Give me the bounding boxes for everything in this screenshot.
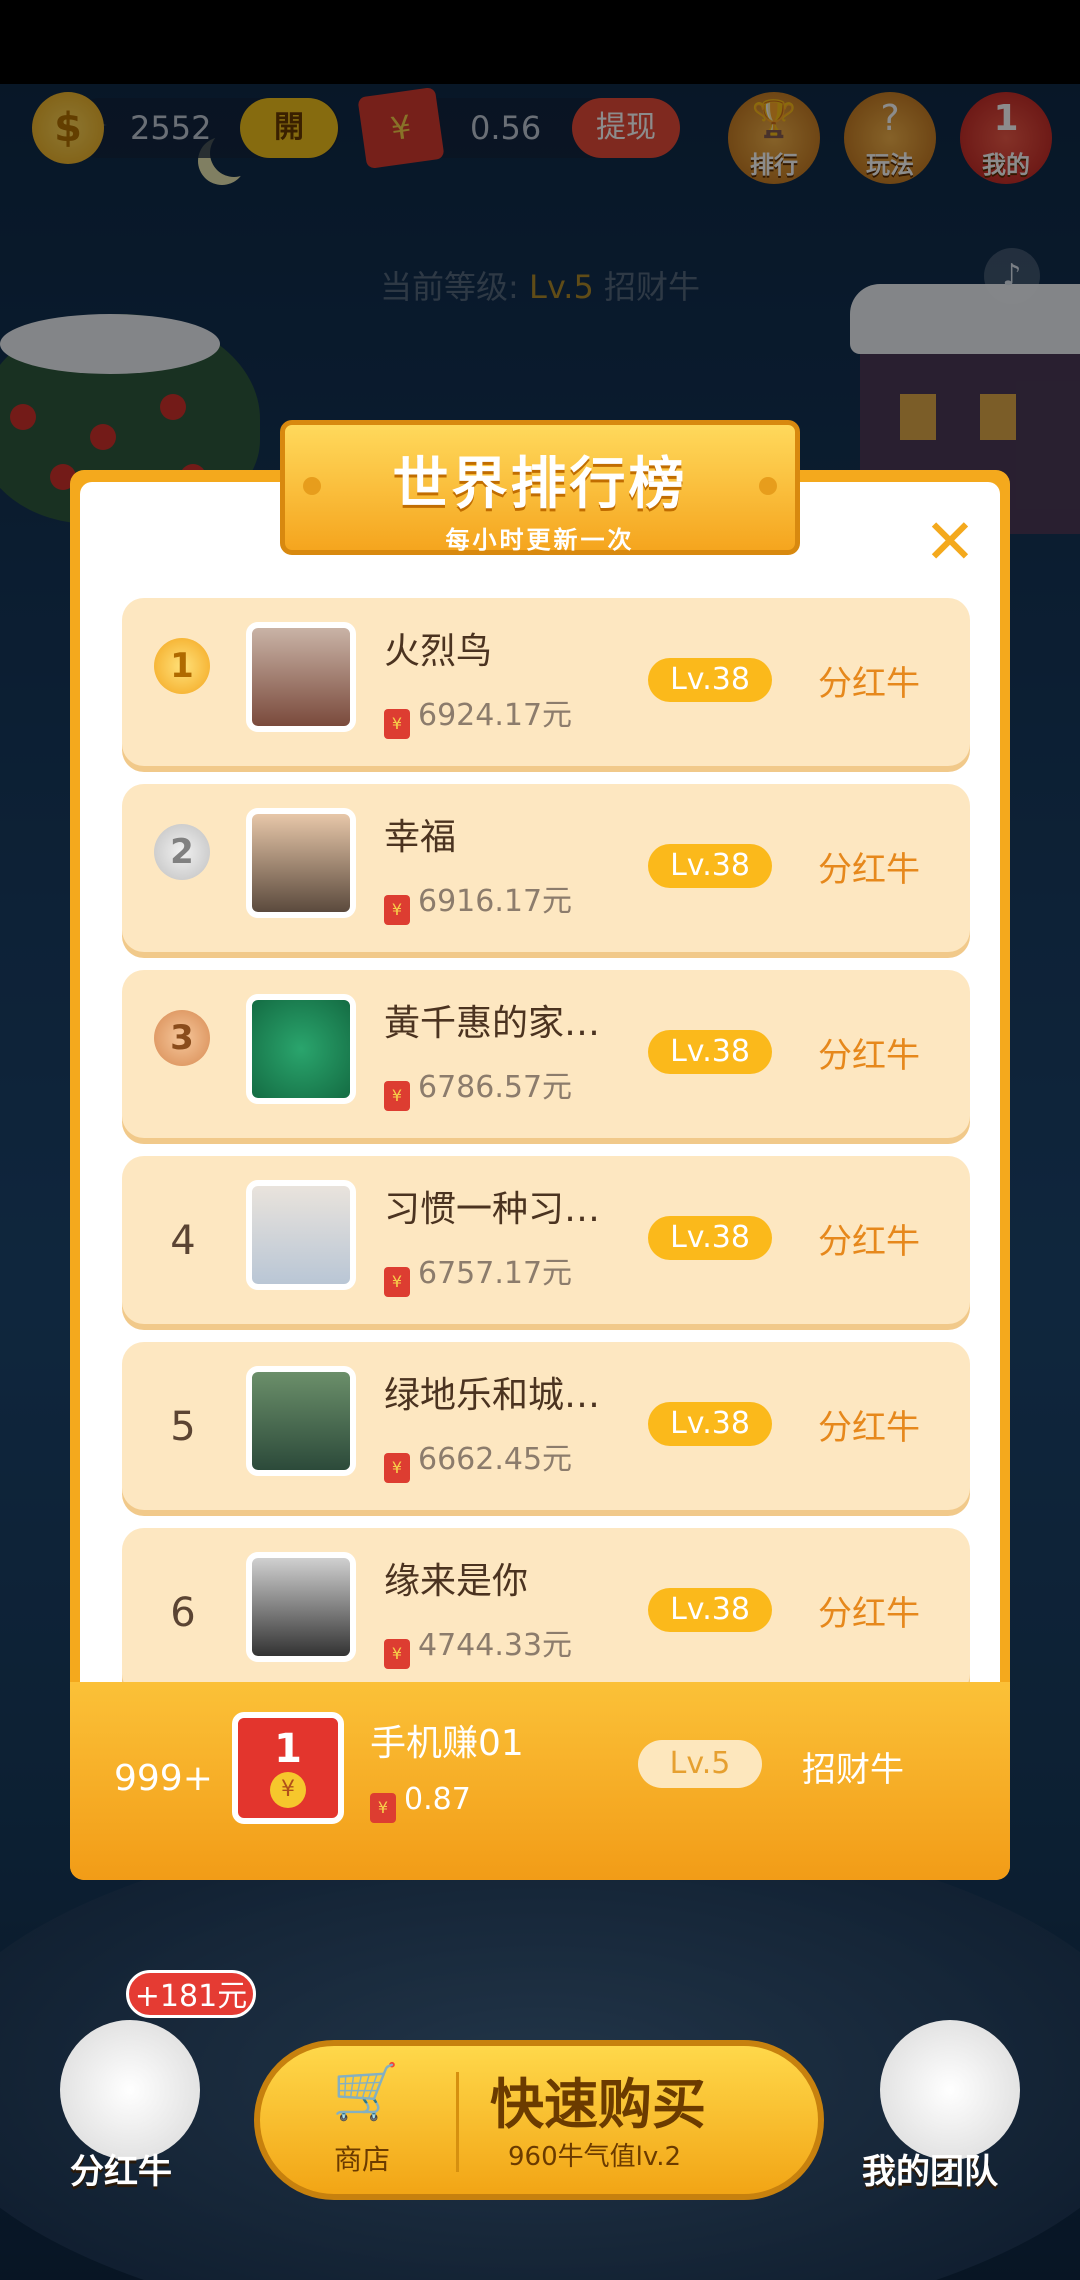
list-item: 6 缘来是你 ¥4744.33元 Lv.38 分红牛	[122, 1528, 970, 1682]
avatar[interactable]	[246, 808, 356, 918]
player-name: 幸福	[384, 817, 457, 858]
money-value: 6757.17元	[418, 1256, 573, 1291]
level-badge: Lv.38	[648, 1030, 772, 1074]
player-role: 分红牛	[818, 664, 920, 704]
red-packet-icon: ¥	[370, 1793, 396, 1823]
shop-label: 商店	[334, 2143, 391, 2176]
modal-title-banner: 世界排行榜 每小时更新一次	[280, 420, 800, 555]
my-role: 招财牛	[802, 1750, 904, 1790]
my-avatar[interactable]: 1 ¥	[232, 1712, 344, 1824]
rank-number: 6	[170, 1590, 196, 1636]
avatar-number: 1	[274, 1726, 302, 1772]
avatar[interactable]	[246, 1180, 356, 1290]
money-value: 6786.57元	[418, 1070, 573, 1105]
cart-icon: 🛒	[332, 2060, 400, 2123]
player-role: 分红牛	[818, 850, 920, 890]
rank-number: 5	[170, 1404, 196, 1450]
dividend-cow-icon[interactable]	[60, 2020, 200, 2160]
money-value: 6924.17元	[418, 698, 573, 733]
red-packet-icon: ¥	[384, 1267, 410, 1297]
rank-number: 1	[170, 646, 194, 686]
list-item: 1 火烈鸟 ¥6924.17元 Lv.38 分红牛	[122, 598, 970, 766]
my-team-label: 我的团队	[862, 2152, 998, 2192]
red-packet-icon: ¥	[384, 1081, 410, 1111]
player-name: 火烈鸟	[384, 631, 493, 672]
player-money: ¥4744.33元	[384, 1620, 572, 1669]
player-role: 分红牛	[818, 1222, 920, 1262]
avatar[interactable]	[246, 1552, 356, 1662]
red-packet-icon: ¥	[384, 895, 410, 925]
avatar[interactable]	[246, 1366, 356, 1476]
quick-buy-title: 快速购买	[490, 2073, 706, 2136]
player-name: 黃千惠的家…	[384, 1003, 601, 1044]
level-badge: Lv.38	[648, 1588, 772, 1632]
avatar[interactable]	[246, 994, 356, 1104]
quick-buy-subtitle: 960牛气值lv.2	[508, 2142, 682, 2172]
player-money: ¥6662.45元	[384, 1434, 572, 1483]
dividend-cow-label: 分红牛	[70, 2152, 172, 2192]
level-badge: Lv.38	[648, 658, 772, 702]
rank-number: 2	[170, 832, 194, 872]
team-cow-icon[interactable]	[880, 2020, 1020, 2160]
bottom-bar: +181元 分红牛 🛒 商店 快速购买 960牛气值lv.2 我的团队	[0, 1970, 1080, 2280]
leaderboard-modal: 1 火烈鸟 ¥6924.17元 Lv.38 分红牛 2 幸福 ¥6916.17元…	[70, 470, 1010, 1880]
banner-rivet	[759, 477, 777, 495]
my-level-badge: Lv.5	[638, 1740, 762, 1788]
modal-title: 世界排行榜	[392, 452, 688, 517]
player-role: 分红牛	[818, 1408, 920, 1448]
player-name: 习惯一种习…	[384, 1189, 601, 1230]
close-icon[interactable]: ✕	[920, 511, 980, 573]
red-packet-icon: ¥	[384, 1639, 410, 1669]
avatar[interactable]	[246, 622, 356, 732]
rank-number: 3	[170, 1018, 194, 1058]
my-name: 手机赚01	[370, 1723, 524, 1764]
red-packet-icon: ¥	[384, 709, 410, 739]
coin-icon: ¥	[270, 1772, 306, 1808]
level-badge: Lv.38	[648, 844, 772, 888]
level-badge: Lv.38	[648, 1402, 772, 1446]
player-role: 分红牛	[818, 1036, 920, 1076]
money-value: 4744.33元	[418, 1628, 573, 1663]
money-value: 6916.17元	[418, 884, 573, 919]
money-value: 6662.45元	[418, 1442, 573, 1477]
banner-rivet	[303, 477, 321, 495]
my-rank-row: 999+ 1 ¥ 手机赚01 ¥0.87 Lv.5 招财牛	[70, 1682, 1010, 1880]
red-packet-icon: ¥	[384, 1453, 410, 1483]
divider	[456, 2072, 459, 2172]
quick-buy-bar[interactable]: 🛒 商店 快速购买 960牛气值lv.2	[254, 2040, 824, 2200]
my-money: ¥0.87	[370, 1782, 471, 1823]
my-rank: 999+	[114, 1758, 213, 1799]
player-money: ¥6924.17元	[384, 690, 572, 739]
list-item: 5 绿地乐和城… ¥6662.45元 Lv.38 分红牛	[122, 1342, 970, 1510]
player-name: 缘来是你	[384, 1561, 529, 1602]
my-money-value: 0.87	[404, 1782, 471, 1817]
rank-number: 4	[170, 1218, 196, 1264]
list-item: 3 黃千惠的家… ¥6786.57元 Lv.38 分红牛	[122, 970, 970, 1138]
bronze-medal-icon: 3	[154, 1010, 210, 1066]
leaderboard-list[interactable]: 1 火烈鸟 ¥6924.17元 Lv.38 分红牛 2 幸福 ¥6916.17元…	[80, 482, 1000, 1682]
list-item: 4 习惯一种习… ¥6757.17元 Lv.38 分红牛	[122, 1156, 970, 1324]
level-badge: Lv.38	[648, 1216, 772, 1260]
gold-medal-icon: 1	[154, 638, 210, 694]
bonus-badge: +181元	[126, 1970, 256, 2018]
silver-medal-icon: 2	[154, 824, 210, 880]
player-money: ¥6916.17元	[384, 876, 572, 925]
list-item: 2 幸福 ¥6916.17元 Lv.38 分红牛	[122, 784, 970, 952]
player-money: ¥6786.57元	[384, 1062, 572, 1111]
player-money: ¥6757.17元	[384, 1248, 572, 1297]
player-name: 绿地乐和城…	[384, 1375, 601, 1416]
modal-subtitle: 每小时更新一次	[445, 526, 635, 554]
player-role: 分红牛	[818, 1594, 920, 1634]
